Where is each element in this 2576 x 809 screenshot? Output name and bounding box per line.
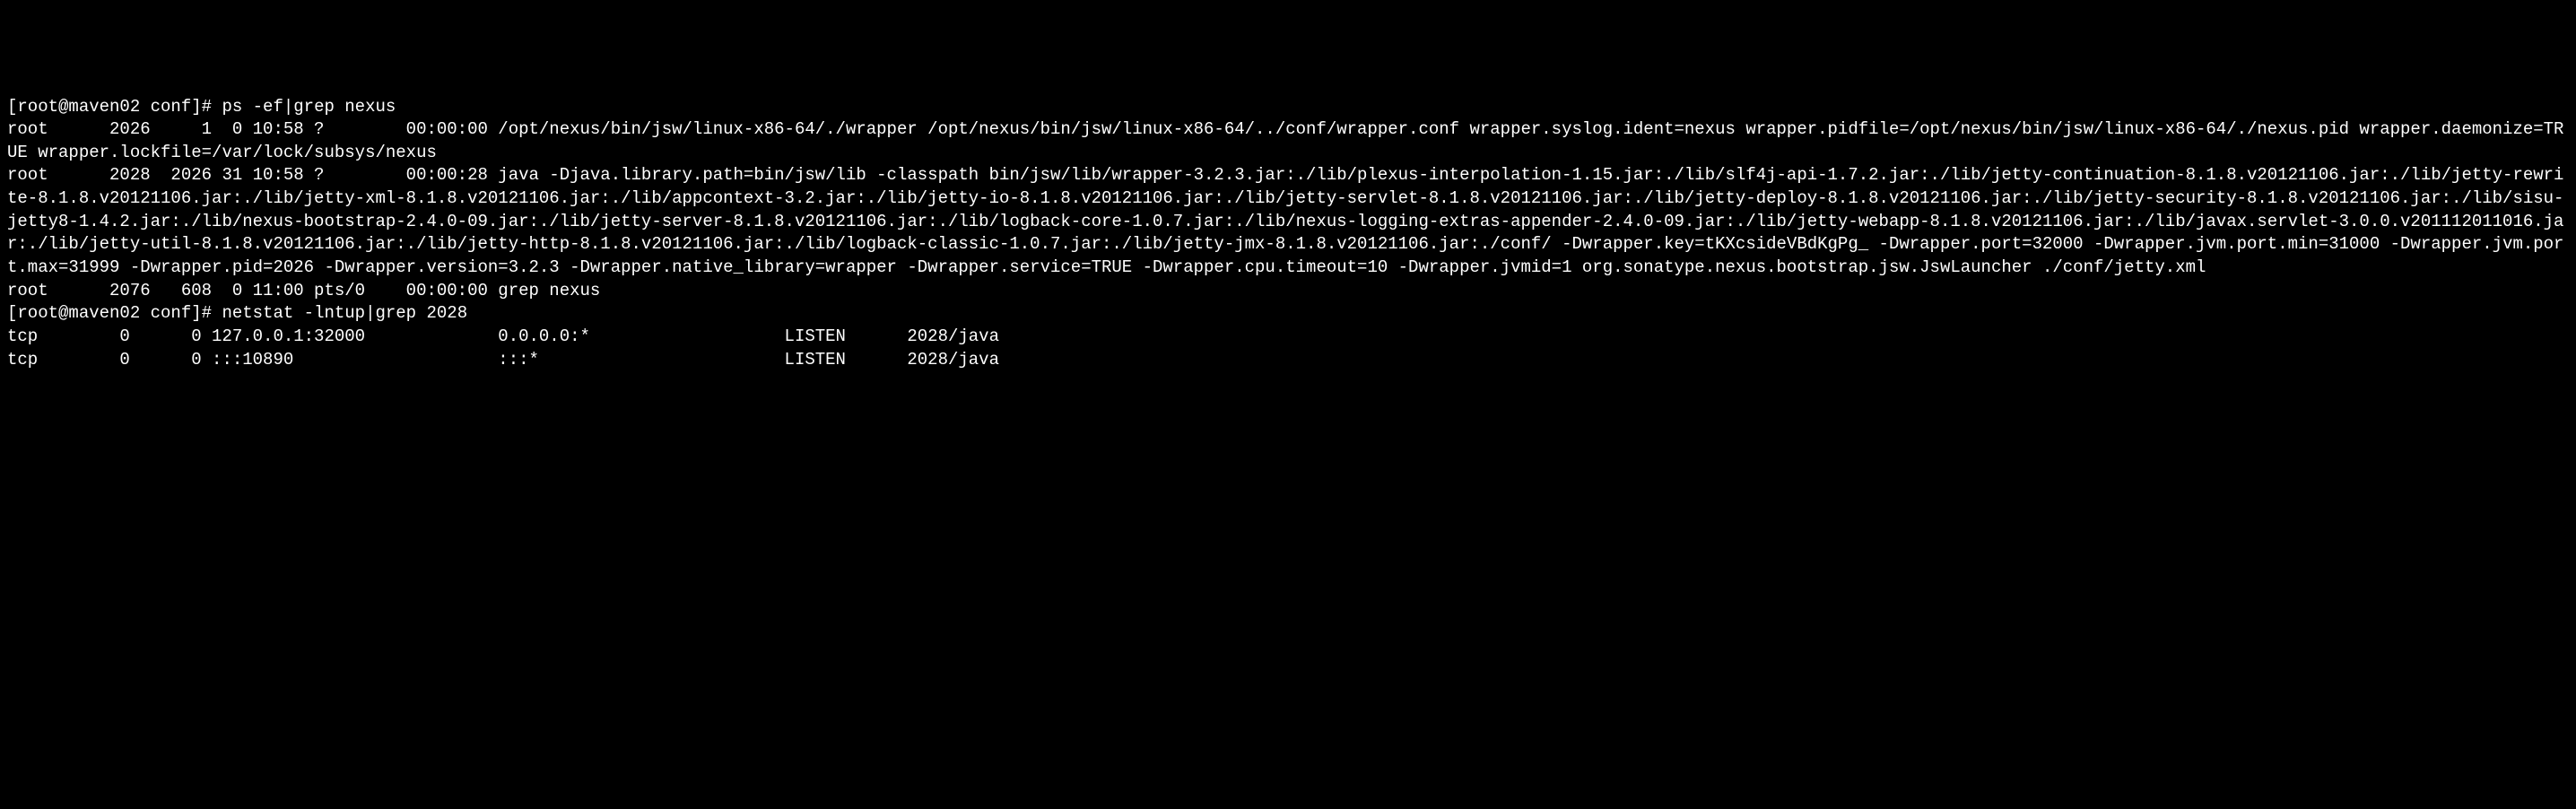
netstat-output-2: tcp 0 0 :::10890 :::* LISTEN 2028/java: [7, 350, 999, 370]
shell-prompt: [root@maven02 conf]#: [7, 303, 222, 323]
command-text: ps -ef|grep nexus: [222, 97, 396, 117]
process-output-3: root 2076 608 0 11:00 pts/0 00:00:00 gre…: [7, 281, 600, 300]
process-output-1: root 2026 1 0 10:58 ? 00:00:00 /opt/nexu…: [7, 119, 2563, 162]
command-text: netstat -lntup|grep 2028: [222, 303, 467, 323]
process-output-2: root 2028 2026 31 10:58 ? 00:00:28 java …: [7, 165, 2563, 277]
netstat-output-1: tcp 0 0 127.0.0.1:32000 0.0.0.0:* LISTEN…: [7, 326, 999, 346]
shell-prompt: [root@maven02 conf]#: [7, 97, 222, 117]
prompt-line-1: [root@maven02 conf]# ps -ef|grep nexus: [7, 97, 396, 117]
terminal-output[interactable]: [root@maven02 conf]# ps -ef|grep nexus r…: [7, 96, 2569, 372]
prompt-line-2: [root@maven02 conf]# netstat -lntup|grep…: [7, 303, 467, 323]
